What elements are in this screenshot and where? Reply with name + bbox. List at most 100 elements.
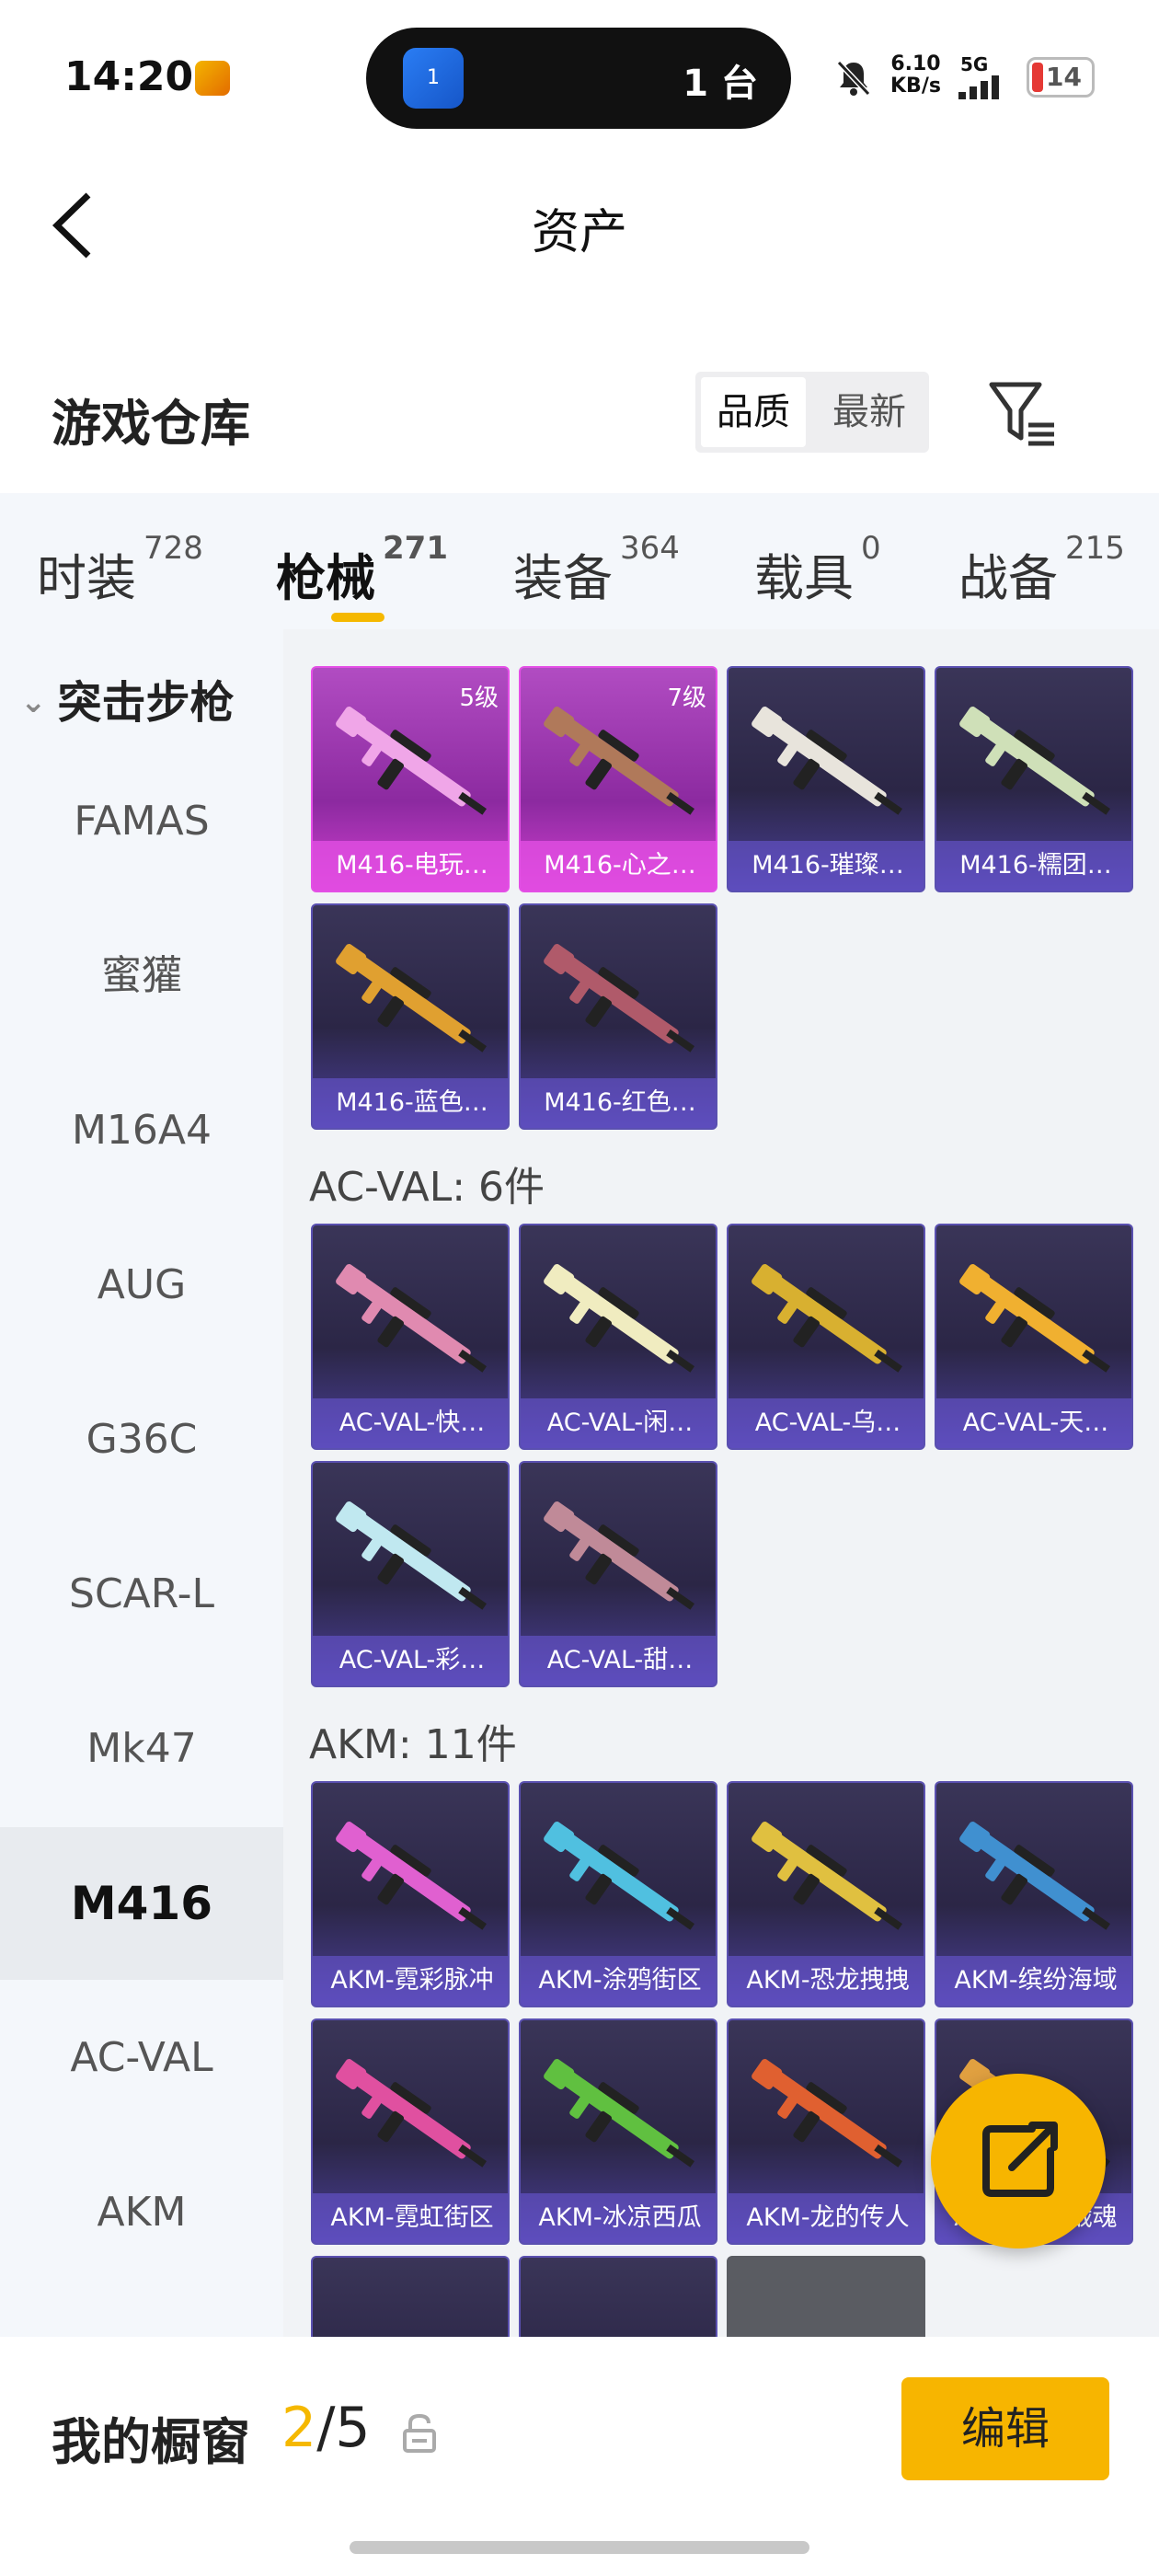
sidebar-item[interactable]: M16A4 — [0, 1054, 283, 1207]
sidebar-item[interactable]: AKM — [0, 2136, 283, 2289]
edit-button[interactable]: 编辑 — [901, 2377, 1109, 2480]
sidebar-item[interactable]: AUG — [0, 1209, 283, 1362]
bottom-bar: 我的橱窗 2/5 编辑 — [0, 2337, 1159, 2576]
showcase-separator: / — [316, 2396, 336, 2460]
weapon-name: AKM-缤纷海域 — [936, 1956, 1131, 2006]
weapon-name: AKM-霓彩脉冲 — [313, 1956, 508, 2006]
weapon-card[interactable]: M416-璀璨… — [727, 666, 925, 892]
weapon-card[interactable]: 7级 M416-心之… — [519, 666, 717, 892]
filter-icon[interactable] — [986, 377, 1060, 451]
warehouse-title: 游戏仓库 — [52, 395, 250, 453]
weapon-name: M416-电玩… — [313, 841, 508, 891]
lock-icon — [403, 2413, 436, 2453]
sidebar-item[interactable]: SCAR-L — [0, 1518, 283, 1671]
weapon-card[interactable]: AC-VAL-快… — [311, 1224, 510, 1450]
screen: { "status_bar": { "time": "14:20", "isla… — [0, 0, 1159, 2576]
tab-count: 364 — [620, 530, 680, 567]
island-text: 1 台 — [683, 63, 758, 105]
weapon-name: AC-VAL-彩… — [313, 1636, 508, 1685]
weapon-card[interactable]: M416-蓝色… — [311, 903, 510, 1130]
weapon-skin-image — [544, 2059, 695, 2168]
weapon-card[interactable]: AKM-冰凉西瓜 — [519, 2018, 717, 2245]
weapon-card-partial[interactable] — [519, 2256, 717, 2337]
weapon-card[interactable]: 5级 M416-电玩… — [311, 666, 510, 892]
status-time: 14:20 — [64, 53, 194, 100]
tab-firearms[interactable]: 枪械271 — [276, 530, 448, 610]
weapon-card[interactable]: M416-糯团… — [935, 666, 1133, 892]
tab-label: 装备 — [513, 549, 613, 607]
island-badge: 1 — [427, 66, 440, 89]
weapon-skin-image — [752, 707, 903, 815]
sidebar-item[interactable]: M416 — [0, 1827, 283, 1980]
tab-vehicles[interactable]: 载具0 — [754, 530, 881, 610]
weapon-card[interactable]: AC-VAL-乌… — [727, 1224, 925, 1450]
showcase-label: 我的橱窗 — [52, 2413, 250, 2471]
weapon-skin-image — [959, 707, 1111, 815]
sidebar-item[interactable]: Mk47 — [0, 1673, 283, 1825]
sidebar-item[interactable]: FAMAS — [0, 745, 283, 898]
tab-supplies[interactable]: 战备215 — [958, 530, 1125, 610]
weapon-name: AKM-冰凉西瓜 — [521, 2193, 716, 2243]
weapon-name: AC-VAL-甜… — [521, 1636, 716, 1685]
weapon-name: M416-蓝色… — [313, 1078, 508, 1128]
tab-count: 271 — [383, 530, 448, 567]
showcase-max: 5 — [335, 2396, 371, 2460]
weapon-skin-image — [544, 1264, 695, 1373]
weapon-name: M416-红色… — [521, 1078, 716, 1128]
dynamic-island[interactable]: 1 1 台 — [366, 28, 791, 129]
battery-icon: 14 — [1027, 57, 1095, 98]
network-type: 5G — [960, 53, 989, 75]
group-heading: AC-VAL: 6件 — [309, 1164, 545, 1211]
weapon-card[interactable]: AKM-霓彩脉冲 — [311, 1781, 510, 2007]
weapon-card[interactable]: AKM-涂鸦街区 — [519, 1781, 717, 2007]
sort-toggle[interactable]: 品质 最新 — [695, 372, 929, 453]
weapon-card[interactable]: AC-VAL-天… — [935, 1224, 1133, 1450]
mute-icon — [836, 60, 871, 97]
sort-latest[interactable]: 最新 — [817, 377, 922, 447]
weapon-card[interactable]: AC-VAL-彩… — [311, 1461, 510, 1687]
weapon-card[interactable]: AKM-缤纷海域 — [935, 1781, 1133, 2007]
weapon-card[interactable]: AC-VAL-甜… — [519, 1461, 717, 1687]
tab-count: 215 — [1065, 530, 1125, 567]
net-speed: 6.10 KB/s — [890, 53, 941, 98]
share-out-icon — [982, 2122, 1058, 2197]
weapon-level: 7级 — [667, 684, 706, 712]
weapon-card[interactable]: AKM-霓虹街区 — [311, 2018, 510, 2245]
group-heading: AKM: 11件 — [309, 1721, 517, 1768]
sort-quality[interactable]: 品质 — [701, 377, 806, 447]
weapon-sidebar: ⌄ 突击步枪 FAMAS 蜜獾 M16A4 AUG G36C SCAR-L Mk47 M416 A… — [0, 629, 283, 2337]
weapon-name: M416-糯团… — [936, 841, 1131, 891]
weapon-card-partial[interactable] — [311, 2256, 510, 2337]
weapon-skin-image — [959, 1822, 1111, 1930]
tab-indicator — [331, 613, 384, 622]
sidebar-item[interactable]: G36C — [0, 1363, 283, 1516]
weapon-level: 5级 — [459, 684, 499, 712]
weapon-card-partial[interactable] — [727, 2256, 925, 2337]
tab-label: 时装 — [37, 549, 136, 607]
weapon-name: AC-VAL-闲… — [521, 1398, 716, 1448]
status-bar: 14:20 1 1 台 6.10 KB/s 5G 14 — [0, 0, 1159, 156]
weapon-skin-image — [336, 1822, 488, 1930]
sidebar-item[interactable]: AC-VAL — [0, 1982, 283, 2134]
broadcast-icon: 1 — [403, 48, 464, 109]
tab-count: 728 — [143, 530, 203, 567]
weapon-skin-image — [959, 1264, 1111, 1373]
showcase-count: 2/5 — [281, 2396, 371, 2460]
weapon-card[interactable]: AC-VAL-闲… — [519, 1224, 717, 1450]
weapon-card[interactable]: AKM-恐龙拽拽 — [727, 1781, 925, 2007]
tab-costume[interactable]: 时装728 — [37, 530, 203, 610]
battery-level: 14 — [1046, 62, 1082, 92]
showcase-current: 2 — [281, 2396, 317, 2460]
net-speed-value: 6.10 — [890, 52, 941, 75]
tab-equipment[interactable]: 装备364 — [513, 530, 680, 610]
signal-icon: 5G — [955, 53, 1016, 99]
sidebar-item[interactable]: 蜜獾 — [0, 900, 283, 1052]
share-button[interactable] — [931, 2074, 1106, 2248]
weapon-card[interactable]: AKM-龙的传人 — [727, 2018, 925, 2245]
home-indicator[interactable] — [350, 2541, 809, 2554]
sidebar-group-assault-rifles[interactable]: ⌄ 突击步枪 — [20, 666, 235, 730]
weapon-card[interactable]: M416-红色… — [519, 903, 717, 1130]
weapon-name: AKM-龙的传人 — [729, 2193, 924, 2243]
net-speed-unit: KB/s — [890, 75, 941, 98]
header: 资产 — [0, 156, 1159, 294]
